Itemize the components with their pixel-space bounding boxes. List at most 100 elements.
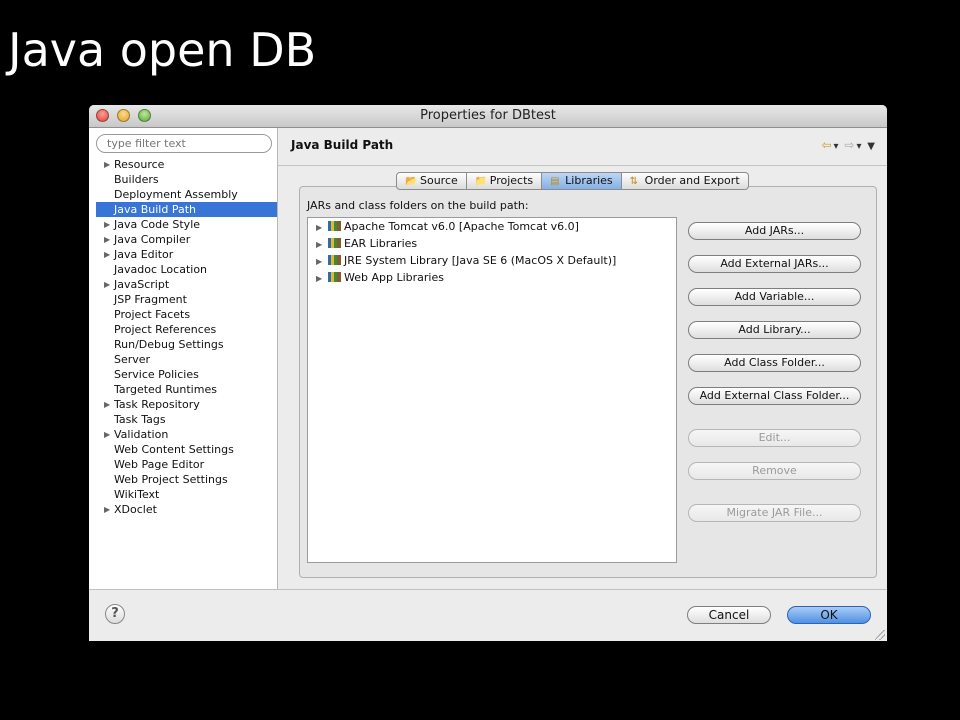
window-title: Properties for DBtest — [420, 108, 556, 123]
sidebar-item-builders[interactable]: Builders — [96, 172, 277, 187]
add-class-folder-button[interactable]: Add Class Folder... — [688, 354, 861, 372]
sidebar-item-label: Web Project Settings — [114, 473, 228, 486]
sidebar-item-targeted-runtimes[interactable]: Targeted Runtimes — [96, 382, 277, 397]
list-item[interactable]: ▶ Web App Libraries — [308, 269, 676, 286]
library-icon — [328, 272, 341, 282]
sidebar-item-label: Resource — [114, 158, 165, 171]
order-export-icon: ⇅ — [629, 176, 639, 187]
list-item[interactable]: ▶ EAR Libraries — [308, 235, 676, 252]
sidebar-item-jsp-fragment[interactable]: JSP Fragment — [96, 292, 277, 307]
sidebar-item-project-references[interactable]: Project References — [96, 322, 277, 337]
edit-button[interactable]: Edit... — [688, 429, 861, 447]
library-label: Web App Libraries — [344, 271, 444, 284]
page-navigation: ⇦ ▾ ⇨ ▾ ▼ — [819, 138, 875, 152]
sidebar-item-label: XDoclet — [114, 503, 157, 516]
sidebar-item-label: Task Repository — [114, 398, 200, 411]
sidebar-item-label: Run/Debug Settings — [114, 338, 224, 351]
sidebar-item-label: Validation — [114, 428, 169, 441]
back-arrow-icon[interactable]: ⇦ — [821, 138, 831, 152]
sidebar-item-xdoclet[interactable]: ▶ XDoclet — [96, 502, 277, 517]
list-item[interactable]: ▶ JRE System Library [Java SE 6 (MacOS X … — [308, 252, 676, 269]
library-icon — [328, 255, 341, 265]
sidebar-item-label: Project Facets — [114, 308, 191, 321]
sidebar-item-server[interactable]: Server — [96, 352, 277, 367]
expand-triangle-icon[interactable]: ▶ — [104, 277, 110, 292]
tab-libraries[interactable]: ▤ Libraries — [542, 172, 622, 190]
expand-triangle-icon[interactable]: ▶ — [104, 502, 110, 517]
sidebar-item-java-code-style[interactable]: ▶ Java Code Style — [96, 217, 277, 232]
sidebar-item-task-repository[interactable]: ▶ Task Repository — [96, 397, 277, 412]
remove-button[interactable]: Remove — [688, 462, 861, 480]
sidebar-item-java-editor[interactable]: ▶ Java Editor — [96, 247, 277, 262]
close-window-button[interactable] — [96, 109, 109, 122]
add-variable-button[interactable]: Add Variable... — [688, 288, 861, 306]
expand-triangle-icon[interactable]: ▶ — [104, 247, 110, 262]
libraries-list[interactable]: ▶ Apache Tomcat v6.0 [Apache Tomcat v6.0]… — [307, 217, 677, 563]
help-icon[interactable]: ? — [105, 604, 125, 624]
list-item[interactable]: ▶ Apache Tomcat v6.0 [Apache Tomcat v6.0] — [308, 218, 676, 235]
tab-label: Source — [420, 174, 458, 187]
expand-triangle-icon[interactable]: ▶ — [316, 219, 328, 236]
add-jars-button[interactable]: Add JARs... — [688, 222, 861, 240]
page-title: Java Build Path — [291, 138, 394, 152]
sidebar-item-web-content-settings[interactable]: Web Content Settings — [96, 442, 277, 457]
sidebar-item-project-facets[interactable]: Project Facets — [96, 307, 277, 322]
expand-triangle-icon[interactable]: ▶ — [316, 253, 328, 270]
sidebar-item-label: Java Compiler — [114, 233, 191, 246]
sidebar-item-label: Java Build Path — [114, 203, 197, 216]
sidebar-item-deployment-assembly[interactable]: Deployment Assembly — [96, 187, 277, 202]
properties-sidebar: ▶ Resource Builders Deployment Assembly Java… — [89, 128, 278, 589]
sidebar-item-task-tags[interactable]: Task Tags — [96, 412, 277, 427]
sidebar-item-java-build-path[interactable]: Java Build Path — [96, 202, 277, 217]
expand-triangle-icon[interactable]: ▶ — [104, 397, 110, 412]
migrate-jar-file-button[interactable]: Migrate JAR File... — [688, 504, 861, 522]
sidebar-item-run-debug-settings[interactable]: Run/Debug Settings — [96, 337, 277, 352]
expand-triangle-icon[interactable]: ▶ — [104, 157, 110, 172]
expand-triangle-icon[interactable]: ▶ — [316, 270, 328, 287]
sidebar-item-service-policies[interactable]: Service Policies — [96, 367, 277, 382]
zoom-window-button[interactable] — [138, 109, 151, 122]
sidebar-item-web-project-settings[interactable]: Web Project Settings — [96, 472, 277, 487]
tab-order-and-export[interactable]: ⇅ Order and Export — [621, 172, 749, 190]
library-icon — [328, 238, 341, 248]
ok-button[interactable]: OK — [787, 606, 871, 624]
add-external-class-folder-button[interactable]: Add External Class Folder... — [688, 387, 861, 405]
forward-history-chevron-icon[interactable]: ▾ — [856, 141, 861, 152]
sidebar-item-label: Deployment Assembly — [114, 188, 238, 201]
library-label: Apache Tomcat v6.0 [Apache Tomcat v6.0] — [344, 220, 579, 233]
forward-arrow-icon[interactable]: ⇨ — [844, 138, 854, 152]
expand-triangle-icon[interactable]: ▶ — [104, 232, 110, 247]
view-menu-icon[interactable]: ▼ — [867, 141, 875, 152]
sidebar-item-javadoc-location[interactable]: Javadoc Location — [96, 262, 277, 277]
sidebar-item-javascript[interactable]: ▶ JavaScript — [96, 277, 277, 292]
minimize-window-button[interactable] — [117, 109, 130, 122]
sidebar-item-web-page-editor[interactable]: Web Page Editor — [96, 457, 277, 472]
libraries-icon: ▤ — [550, 176, 560, 187]
library-icon — [328, 221, 341, 231]
dialog-footer: ? Cancel OK — [89, 589, 887, 641]
sidebar-item-label: Service Policies — [114, 368, 199, 381]
cancel-button[interactable]: Cancel — [687, 606, 771, 624]
tab-label: Libraries — [565, 174, 613, 187]
back-history-chevron-icon[interactable]: ▾ — [834, 141, 839, 152]
sidebar-item-java-compiler[interactable]: ▶ Java Compiler — [96, 232, 277, 247]
resize-grip-icon[interactable] — [875, 630, 885, 640]
source-folder-icon: 📂 — [405, 176, 418, 187]
tab-label: Order and Export — [644, 174, 740, 187]
slide-title: Java open DB — [8, 23, 317, 77]
tab-source[interactable]: 📂 Source — [396, 172, 467, 190]
expand-triangle-icon[interactable]: ▶ — [104, 217, 110, 232]
tab-projects[interactable]: 📁 Projects — [466, 172, 543, 190]
window-titlebar[interactable]: Properties for DBtest — [89, 105, 887, 128]
sidebar-item-label: Targeted Runtimes — [114, 383, 217, 396]
expand-triangle-icon[interactable]: ▶ — [104, 427, 110, 442]
sidebar-item-label: Server — [114, 353, 151, 366]
add-external-jars-button[interactable]: Add External JARs... — [688, 255, 861, 273]
sidebar-item-wikitext[interactable]: WikiText — [96, 487, 277, 502]
filter-input[interactable] — [96, 134, 272, 153]
sidebar-item-validation[interactable]: ▶ Validation — [96, 427, 277, 442]
header-divider — [278, 165, 887, 166]
expand-triangle-icon[interactable]: ▶ — [316, 236, 328, 253]
sidebar-item-resource[interactable]: ▶ Resource — [96, 157, 277, 172]
add-library-button[interactable]: Add Library... — [688, 321, 861, 339]
